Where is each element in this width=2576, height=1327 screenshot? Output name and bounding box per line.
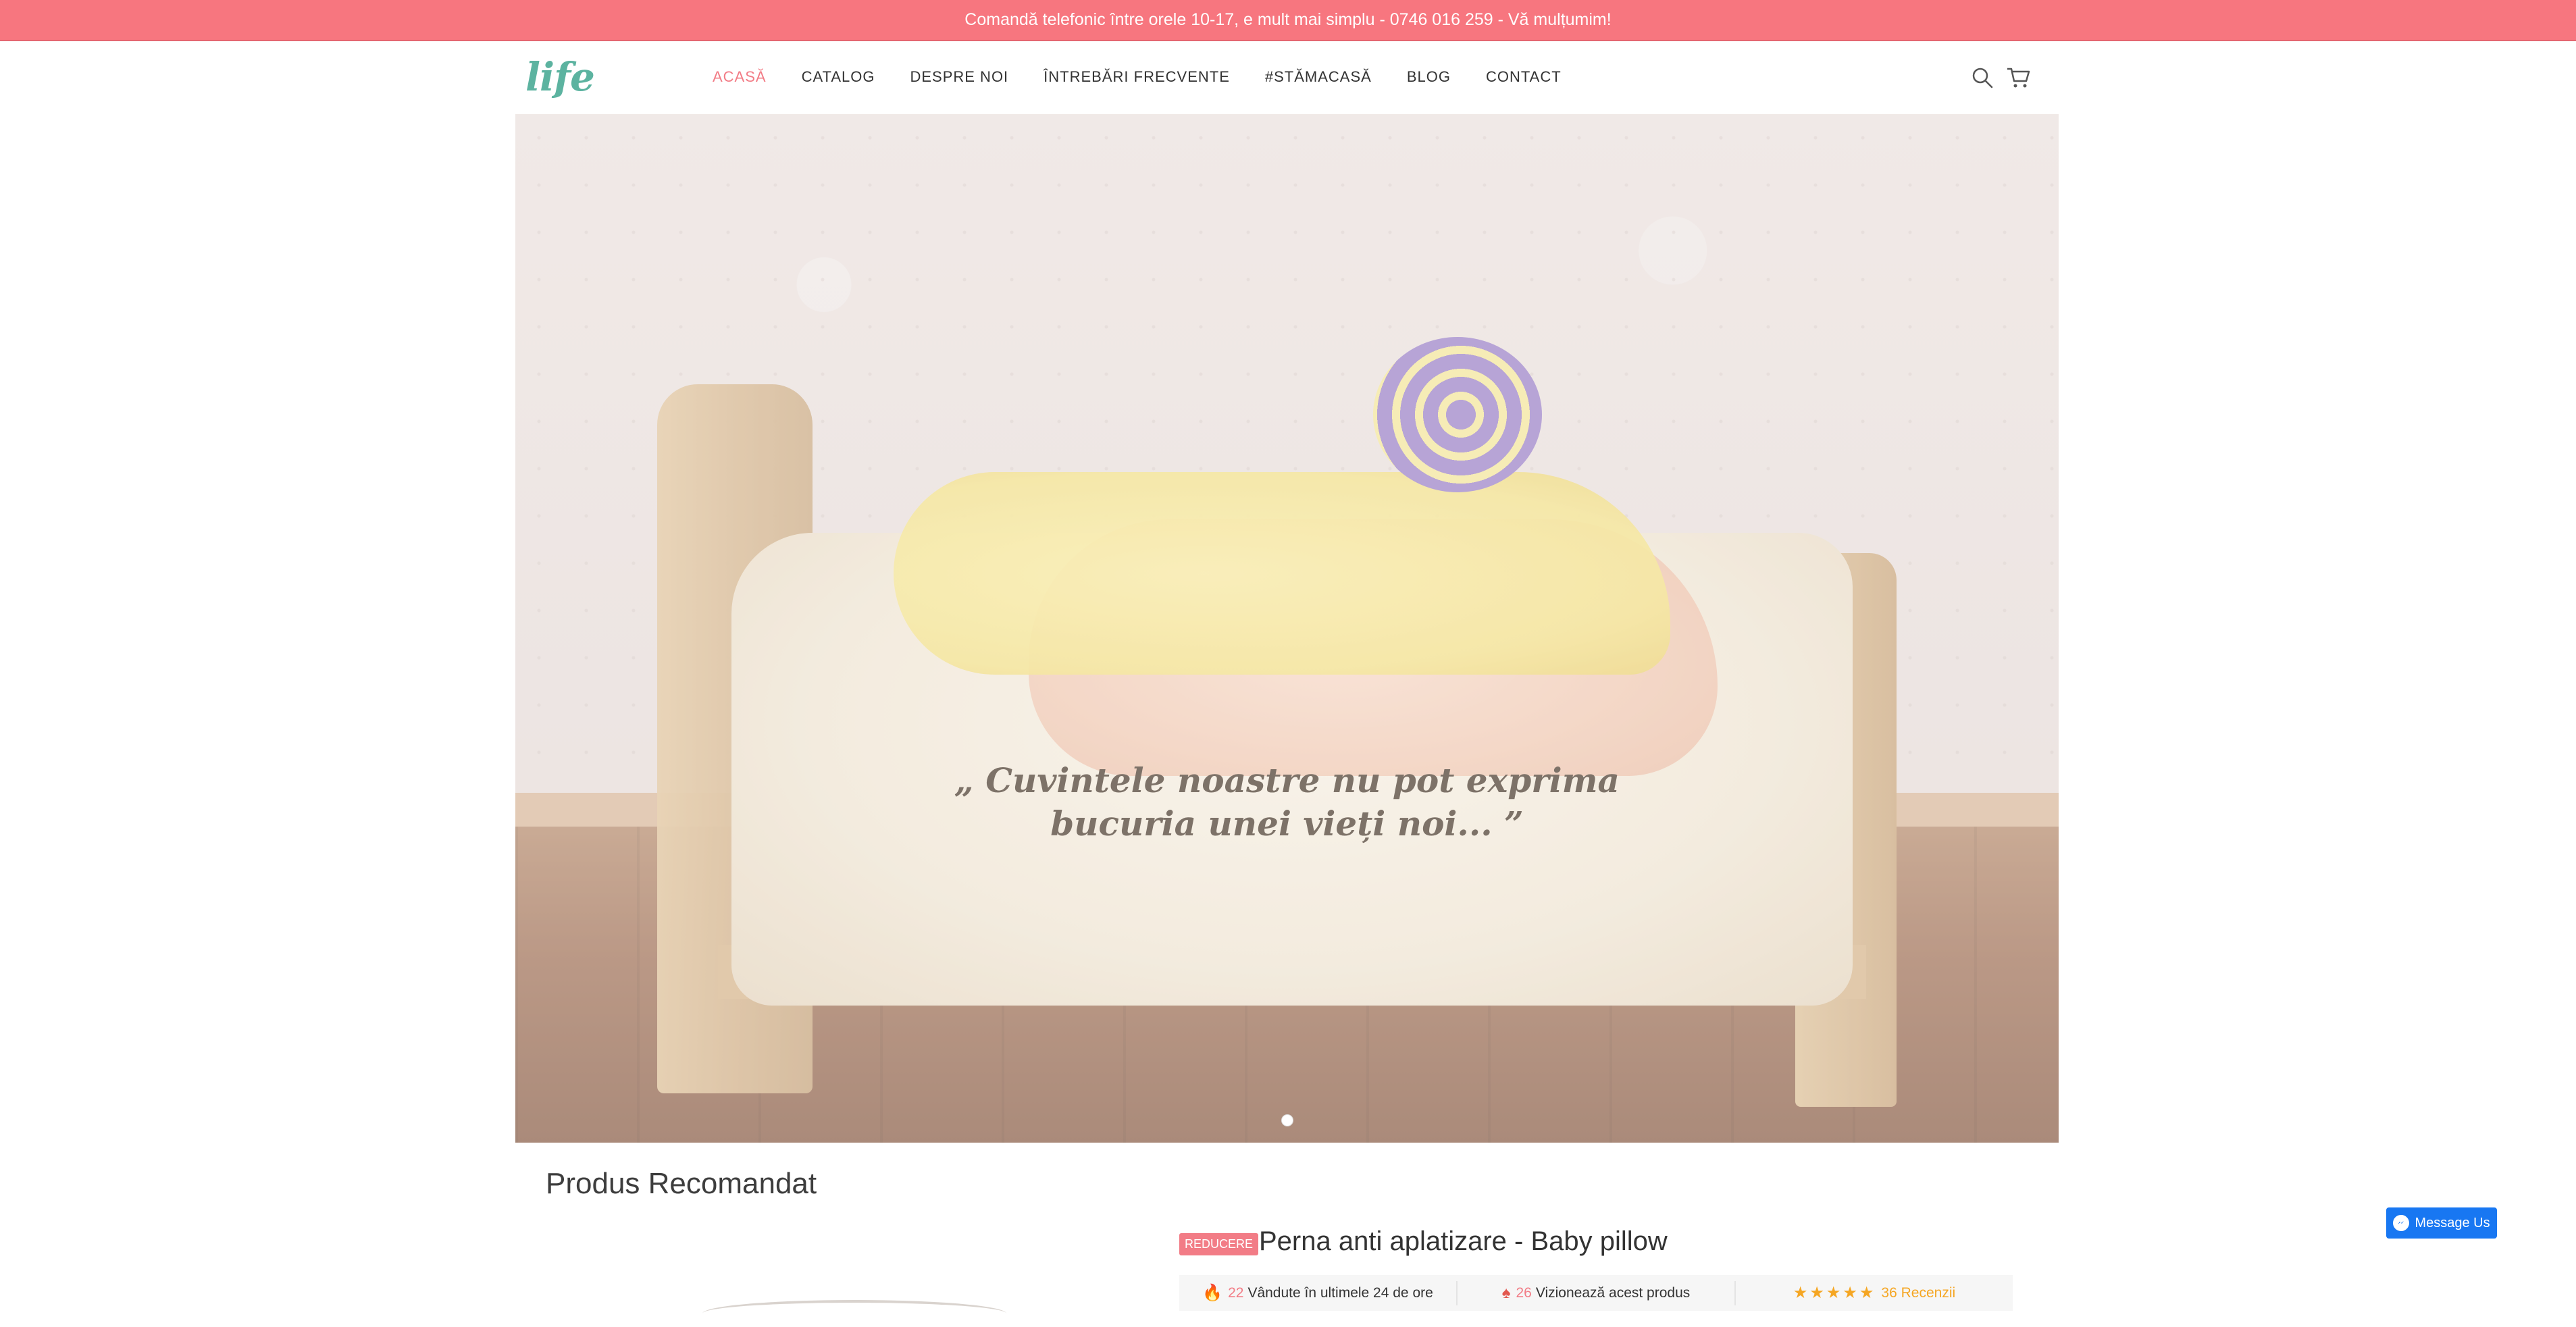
- hero-quote-line-2: bucuria unei vieți noi... ”: [1050, 804, 1524, 843]
- reviews-link[interactable]: 36 Recenzii: [1881, 1285, 1955, 1301]
- product-image[interactable]: [702, 1300, 1006, 1327]
- hero-quote: „ Cuvintele noastre nu pot exprima bucur…: [515, 759, 2059, 845]
- announcement-text: Comandă telefonic între orele 10-17, e m…: [964, 10, 1612, 29]
- main-nav: ACASĂ CATALOG DESPRE NOI ÎNTREBĂRI FRECV…: [713, 68, 1597, 86]
- cart-icon[interactable]: [2006, 66, 2030, 89]
- sold-count: 22: [1228, 1284, 1244, 1301]
- sold-stat: 🔥 22 Vândute în ultimele 24 de ore: [1179, 1280, 1458, 1305]
- hero-quote-line-1: „ Cuvintele noastre nu pot exprima: [954, 760, 1620, 800]
- nav-item-catalog[interactable]: CATALOG: [802, 68, 875, 86]
- snail-costume: [894, 472, 1670, 675]
- search-icon[interactable]: [1971, 66, 1994, 89]
- sold-label: Vândute în ultimele 24 de ore: [1247, 1284, 1433, 1301]
- nav-item-contact[interactable]: CONTACT: [1486, 68, 1562, 86]
- fire-icon: 🔥: [1202, 1284, 1223, 1302]
- product-title[interactable]: Perna anti aplatizare - Baby pillow: [1259, 1226, 1668, 1257]
- messenger-icon: [2393, 1215, 2410, 1231]
- nav-item-despre-noi[interactable]: DESPRE NOI: [910, 68, 1008, 86]
- viewers-label: Vizionează acest produs: [1535, 1284, 1691, 1301]
- site-header: babylife ACASĂ CATALOG DESPRE NOI ÎNTREB…: [0, 41, 2576, 715]
- nav-item-acasa[interactable]: ACASĂ: [713, 68, 767, 86]
- star-rating-icons: ★★★★★: [1793, 1284, 1876, 1302]
- nav-item-intrebari-frecvente[interactable]: ÎNTREBĂRI FRECVENTE: [1044, 68, 1230, 86]
- slider-dot[interactable]: [1281, 1114, 1293, 1126]
- rating-stat[interactable]: ★★★★★ 36 Recenzii: [1736, 1281, 2013, 1305]
- logo-text-life: life: [525, 54, 595, 100]
- discount-badge: REDUCERE: [1179, 1233, 1259, 1255]
- viewer-icon: ♠: [1501, 1283, 1511, 1302]
- site-logo[interactable]: babylife: [525, 53, 1728, 715]
- snail-shell: [1373, 337, 1542, 492]
- hero-slider[interactable]: „ Cuvintele noastre nu pot exprima bucur…: [515, 114, 2059, 1143]
- messenger-button[interactable]: Message Us: [2386, 1207, 2497, 1239]
- section-title: Produs Recomandat: [546, 1167, 817, 1200]
- product-stats: 🔥 22 Vândute în ultimele 24 de ore ♠ 26 …: [1179, 1275, 2013, 1311]
- viewers-stat: ♠ 26 Vizionează acest produs: [1458, 1280, 1736, 1305]
- messenger-label: Message Us: [2415, 1215, 2490, 1230]
- viewers-count: 26: [1516, 1284, 1532, 1301]
- announcement-bar: Comandă telefonic între orele 10-17, e m…: [0, 0, 2576, 41]
- nav-item-stamacasa[interactable]: #STĂMACASĂ: [1265, 68, 1372, 86]
- nav-item-blog[interactable]: BLOG: [1407, 68, 1451, 86]
